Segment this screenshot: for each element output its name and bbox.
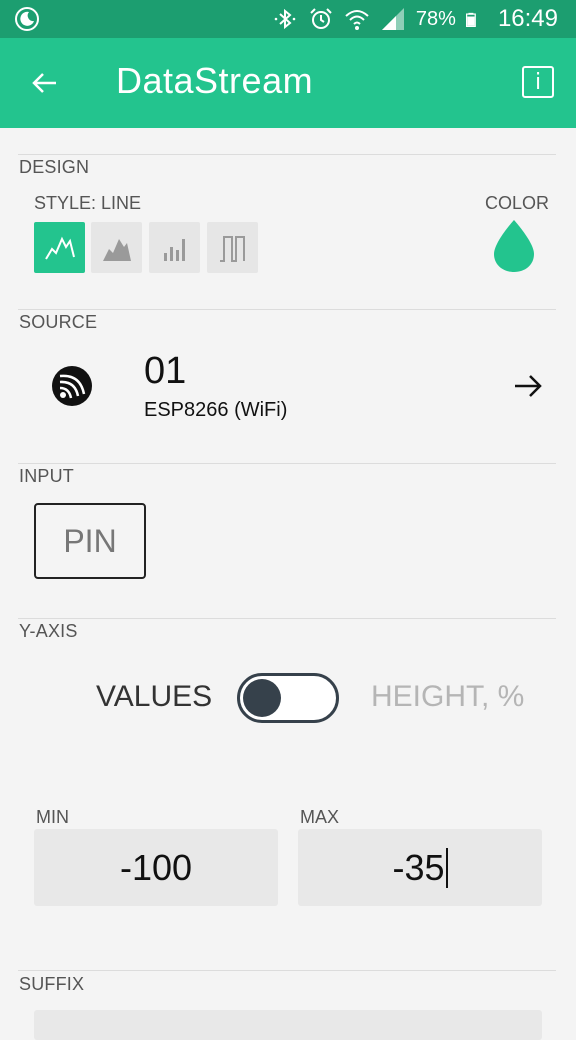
style-binary-button[interactable] [207,222,258,273]
espressif-icon [52,366,92,406]
alarm-icon [310,8,332,29]
divider [18,463,556,464]
toggle-knob [243,679,281,717]
area-chart-icon [102,238,131,261]
divider [18,309,556,310]
divider [18,618,556,619]
divider [18,970,556,971]
section-label-suffix: SUFFIX [19,974,85,994]
min-value: -100 [119,846,193,888]
line-chart-icon [44,236,75,260]
page-title: DataStream [116,60,314,101]
app-bar: DataStream i [0,38,576,128]
source-device: ESP8266 (WiFi) [144,399,288,421]
wifi-icon [345,10,369,30]
pin-button[interactable]: PIN [34,503,146,579]
battery-percent: 78% [415,7,456,30]
section-label-design: DESIGN [19,157,90,177]
y-axis-values-option[interactable]: VALUES [96,680,212,714]
style-line-button[interactable] [34,222,85,273]
clock: 16:49 [497,5,558,32]
color-label: COLOR [485,193,550,213]
section-label-input: INPUT [19,466,74,486]
section-label-source: SOURCE [19,312,98,332]
max-label: MAX [300,807,340,827]
text-cursor [445,847,448,888]
color-drop-icon[interactable] [490,218,538,274]
y-axis-toggle[interactable] [237,673,339,723]
battery-icon [465,12,476,28]
style-label: STYLE: LINE [34,193,142,213]
max-input[interactable]: -35 [298,829,542,906]
info-icon[interactable]: i [522,66,554,98]
binary-chart-icon [219,235,245,262]
bar-chart-icon [163,238,185,261]
style-area-button[interactable] [91,222,142,273]
signal-icon [381,8,404,30]
source-name: 01 [144,350,187,392]
style-bar-button[interactable] [149,222,200,273]
moon-icon [15,7,39,31]
divider [18,154,556,155]
max-value: -35 [392,846,445,888]
suffix-input[interactable] [34,1010,542,1040]
min-label: MIN [36,807,69,827]
status-bar: 78% 16:49 [0,0,576,38]
min-input[interactable]: -100 [34,829,278,906]
section-label-y-axis: Y-AXIS [19,621,78,641]
bluetooth-icon [274,8,296,30]
back-arrow-icon[interactable] [28,66,62,100]
y-axis-height-option[interactable]: HEIGHT, % [371,680,524,714]
arrow-right-icon[interactable] [512,372,544,400]
